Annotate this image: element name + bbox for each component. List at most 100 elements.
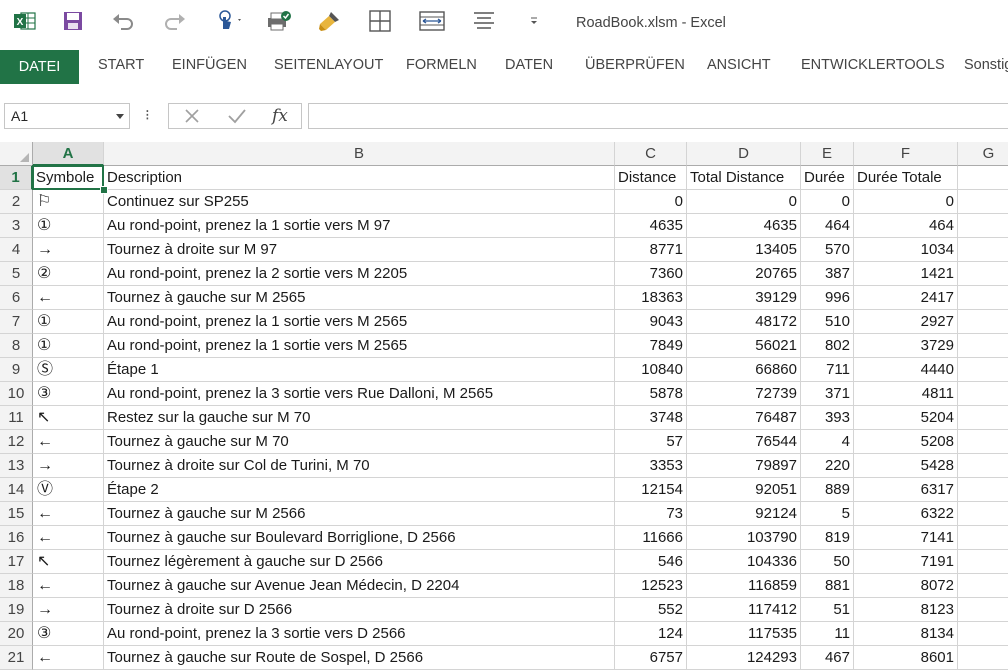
align-icon[interactable] xyxy=(470,6,498,36)
cell-duration[interactable]: 802 xyxy=(801,334,854,358)
cell-total-distance[interactable]: 48172 xyxy=(687,310,801,334)
cell-duration[interactable]: 11 xyxy=(801,622,854,646)
cell-empty[interactable] xyxy=(958,238,1008,262)
header-cell-duration[interactable]: Durée xyxy=(801,166,854,190)
excel-logo-icon[interactable]: X xyxy=(10,6,40,36)
select-all-button[interactable] xyxy=(0,142,33,166)
cell-total-duration[interactable]: 7141 xyxy=(854,526,958,550)
cell-symbol[interactable]: ↖ xyxy=(33,550,104,574)
merge-cells-icon[interactable] xyxy=(416,6,448,36)
cell-duration[interactable]: 393 xyxy=(801,406,854,430)
cell-total-distance[interactable]: 56021 xyxy=(687,334,801,358)
cell-distance[interactable]: 9043 xyxy=(615,310,687,334)
cell-symbol[interactable]: ① xyxy=(33,334,104,358)
enter-check-icon[interactable] xyxy=(227,107,247,130)
tab-file[interactable]: DATEI xyxy=(0,50,79,84)
cell-duration[interactable]: 387 xyxy=(801,262,854,286)
cell-symbol[interactable]: ① xyxy=(33,214,104,238)
cell-total-distance[interactable]: 76544 xyxy=(687,430,801,454)
cell-empty[interactable] xyxy=(958,358,1008,382)
format-painter-icon[interactable] xyxy=(314,6,344,36)
cell-description[interactable]: Tournez à gauche sur Boulevard Borriglio… xyxy=(104,526,615,550)
cell-description[interactable]: Restez sur la gauche sur M 70 xyxy=(104,406,615,430)
column-header-b[interactable]: B xyxy=(104,142,615,166)
row-header[interactable]: 8 xyxy=(0,334,33,358)
row-header[interactable]: 21 xyxy=(0,646,33,670)
cell-distance[interactable]: 12154 xyxy=(615,478,687,502)
cell-total-distance[interactable]: 13405 xyxy=(687,238,801,262)
cell-symbol[interactable]: ① xyxy=(33,310,104,334)
cell-description[interactable]: Tournez à gauche sur M 70 xyxy=(104,430,615,454)
cell-distance[interactable]: 6757 xyxy=(615,646,687,670)
cell-total-distance[interactable]: 79897 xyxy=(687,454,801,478)
cell-total-distance[interactable]: 117412 xyxy=(687,598,801,622)
cell-empty[interactable] xyxy=(958,430,1008,454)
cell-duration[interactable]: 464 xyxy=(801,214,854,238)
cell-description[interactable]: Au rond-point, prenez la 3 sortie vers D… xyxy=(104,622,615,646)
cell-total-duration[interactable]: 8072 xyxy=(854,574,958,598)
row-header[interactable]: 10 xyxy=(0,382,33,406)
cell-total-distance[interactable]: 20765 xyxy=(687,262,801,286)
cell-empty[interactable] xyxy=(958,622,1008,646)
customize-qat-icon[interactable] xyxy=(524,6,544,36)
row-header[interactable]: 1 xyxy=(0,166,33,190)
chevron-down-icon[interactable] xyxy=(116,114,124,119)
cell-distance[interactable]: 546 xyxy=(615,550,687,574)
row-header[interactable]: 9 xyxy=(0,358,33,382)
cell-symbol[interactable]: ⚐ xyxy=(33,190,104,214)
cell-distance[interactable]: 8771 xyxy=(615,238,687,262)
cell-description[interactable]: Tournez à droite sur M 97 xyxy=(104,238,615,262)
row-header[interactable]: 19 xyxy=(0,598,33,622)
cell-total-distance[interactable]: 92124 xyxy=(687,502,801,526)
cell-distance[interactable]: 3353 xyxy=(615,454,687,478)
cell-total-distance[interactable]: 104336 xyxy=(687,550,801,574)
cell-symbol[interactable]: → xyxy=(33,238,104,262)
cell-description[interactable]: Au rond-point, prenez la 1 sortie vers M… xyxy=(104,334,615,358)
column-header-c[interactable]: C xyxy=(615,142,687,166)
spreadsheet-grid[interactable]: A B C D E F G 1 Symbole Description Distanc… xyxy=(0,142,1008,671)
cell-distance[interactable]: 73 xyxy=(615,502,687,526)
cell-total-distance[interactable]: 117535 xyxy=(687,622,801,646)
cell-duration[interactable]: 570 xyxy=(801,238,854,262)
cell-total-distance[interactable]: 116859 xyxy=(687,574,801,598)
cell-empty[interactable] xyxy=(958,550,1008,574)
cell-total-duration[interactable]: 4440 xyxy=(854,358,958,382)
cell-total-distance[interactable]: 66860 xyxy=(687,358,801,382)
cell-empty[interactable] xyxy=(958,526,1008,550)
cell-duration[interactable]: 4 xyxy=(801,430,854,454)
cell-description[interactable]: Au rond-point, prenez la 1 sortie vers M… xyxy=(104,214,615,238)
row-header[interactable]: 11 xyxy=(0,406,33,430)
cell-total-duration[interactable]: 8123 xyxy=(854,598,958,622)
cell-distance[interactable]: 11666 xyxy=(615,526,687,550)
cell-symbol[interactable]: → xyxy=(33,598,104,622)
cell-description[interactable]: Au rond-point, prenez la 1 sortie vers M… xyxy=(104,310,615,334)
cell-distance[interactable]: 12523 xyxy=(615,574,687,598)
cell-total-duration[interactable]: 4811 xyxy=(854,382,958,406)
cell-description[interactable]: Étape 2 xyxy=(104,478,615,502)
tab-developer[interactable]: ENTWICKLERTOOLS xyxy=(801,46,945,84)
cell-symbol[interactable]: → xyxy=(33,454,104,478)
cell-empty[interactable] xyxy=(958,310,1008,334)
cell-empty[interactable] xyxy=(958,574,1008,598)
cell-description[interactable]: Tournez à droite sur D 2566 xyxy=(104,598,615,622)
cell-duration[interactable]: 996 xyxy=(801,286,854,310)
cell-empty[interactable] xyxy=(958,286,1008,310)
cell-symbol[interactable]: ← xyxy=(33,574,104,598)
cell-symbol[interactable]: ← xyxy=(33,526,104,550)
cell-description[interactable]: Continuez sur SP255 xyxy=(104,190,615,214)
borders-icon[interactable] xyxy=(366,6,394,36)
cell-distance[interactable]: 7360 xyxy=(615,262,687,286)
cell-description[interactable]: Au rond-point, prenez la 3 sortie vers R… xyxy=(104,382,615,406)
header-cell-description[interactable]: Description xyxy=(104,166,615,190)
undo-icon[interactable] xyxy=(108,6,138,36)
cell-description[interactable]: Tournez à gauche sur Avenue Jean Médecin… xyxy=(104,574,615,598)
cell-total-distance[interactable]: 72739 xyxy=(687,382,801,406)
tab-start[interactable]: START xyxy=(98,46,144,84)
column-header-a[interactable]: A xyxy=(33,142,104,166)
cell-total-duration[interactable]: 2417 xyxy=(854,286,958,310)
cell-empty[interactable] xyxy=(958,478,1008,502)
cell-distance[interactable]: 0 xyxy=(615,190,687,214)
cell-duration[interactable]: 467 xyxy=(801,646,854,670)
cell-duration[interactable]: 819 xyxy=(801,526,854,550)
more-options-icon[interactable]: ⁝ xyxy=(145,106,150,124)
